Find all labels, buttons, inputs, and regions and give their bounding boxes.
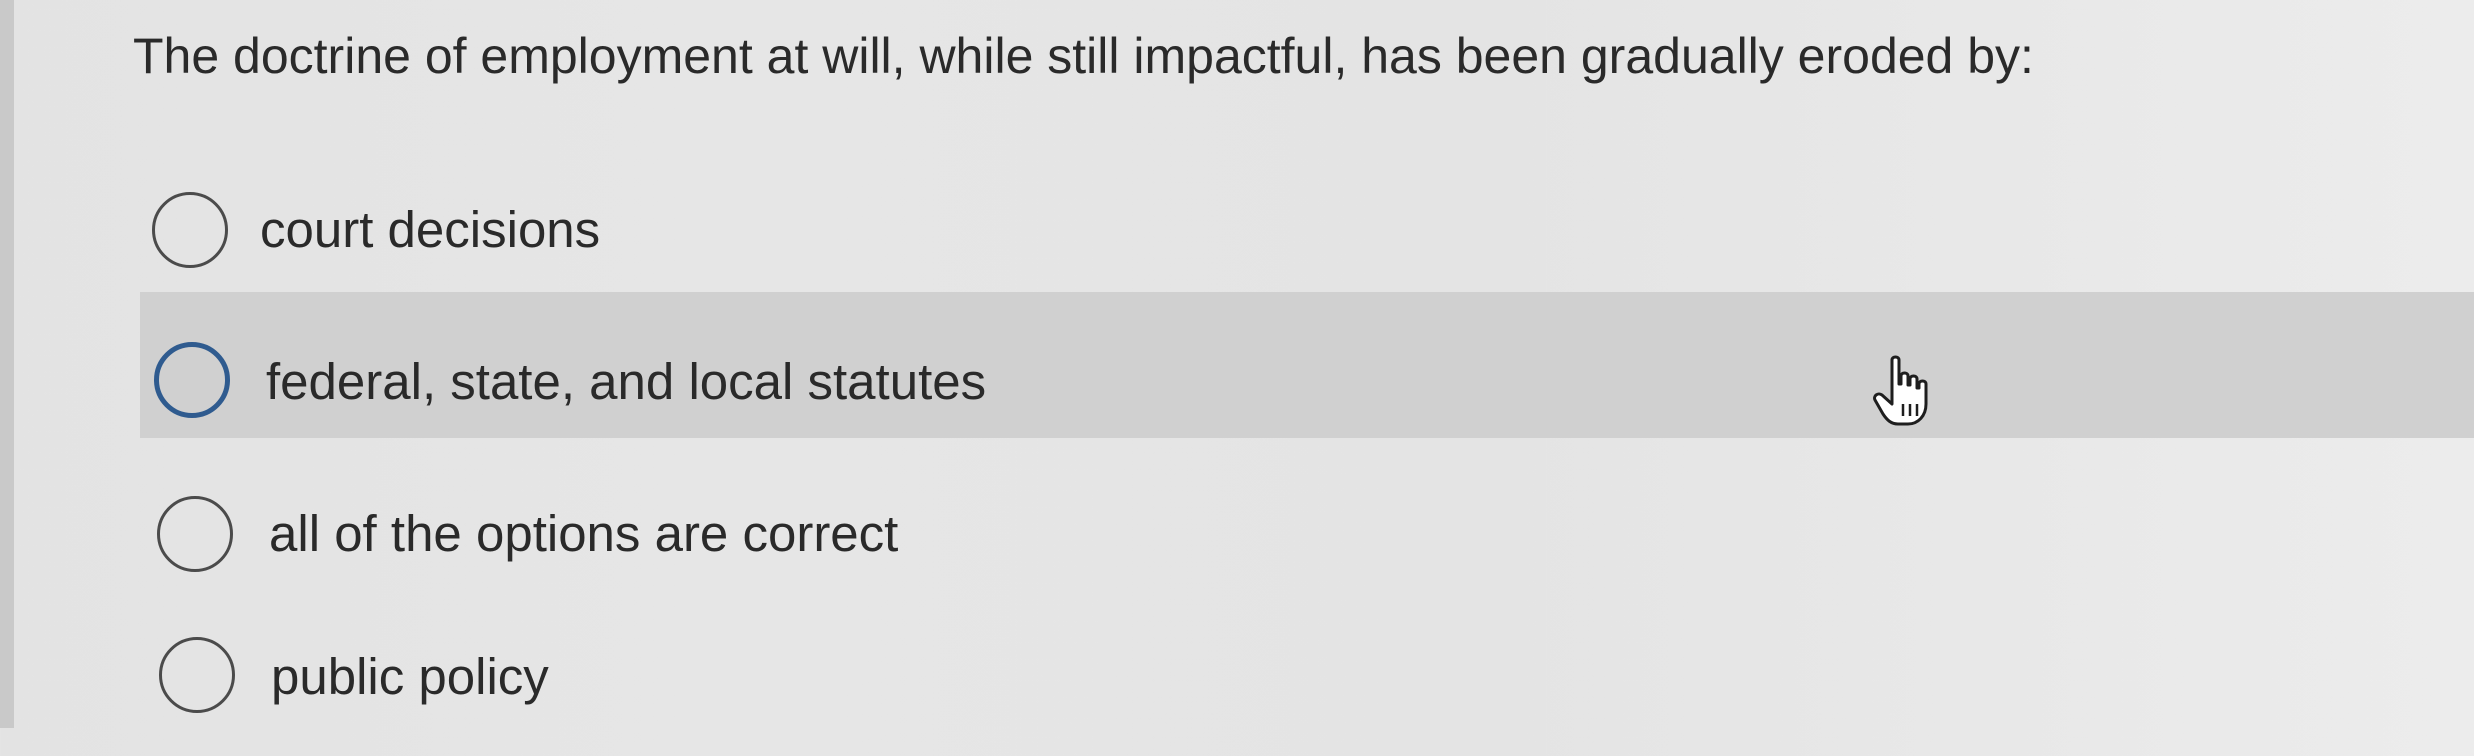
left-edge-shadow [0,0,14,728]
option-federal-state-local-statutes[interactable]: federal, state, and local statutes [140,292,2474,438]
radio-button-court-decisions[interactable] [152,192,228,268]
option-label-court-decisions: court decisions [260,201,601,258]
option-label-federal-state-local-statutes: federal, state, and local statutes [266,353,987,410]
radio-button-federal-state-local-statutes[interactable] [154,342,230,418]
option-public-policy[interactable]: public policy [140,610,2474,756]
question-text: The doctrine of employment at will, whil… [133,28,2034,84]
radio-button-all-of-the-options[interactable] [157,496,233,572]
option-label-public-policy: public policy [271,648,549,705]
quiz-screen: { "question": { "text": "The doctrine of… [0,0,2474,728]
option-court-decisions[interactable]: court decisions [140,162,2474,308]
option-all-of-the-options[interactable]: all of the options are correct [140,464,2474,610]
radio-button-public-policy[interactable] [159,637,235,713]
hand-pointer-icon [1873,355,1928,426]
option-label-all-of-the-options: all of the options are correct [269,505,899,562]
